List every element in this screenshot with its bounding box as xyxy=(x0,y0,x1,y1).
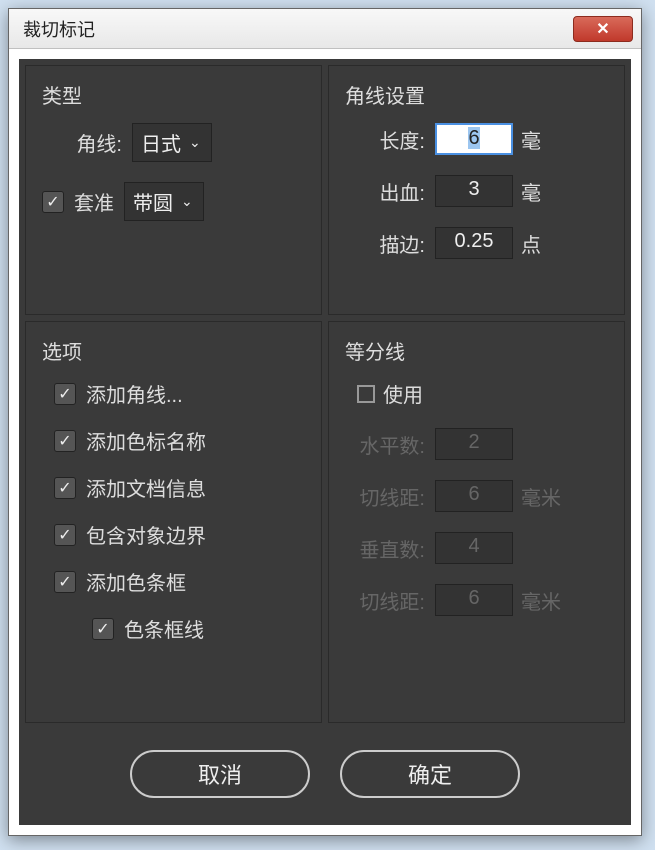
use-guides-checkbox[interactable] xyxy=(357,385,375,403)
dialog-body: 类型 角线: 日式 ⌄ 套准 带圆 ⌄ 角线设置 长度: xyxy=(19,59,631,825)
type-panel: 类型 角线: 日式 ⌄ 套准 带圆 ⌄ xyxy=(25,65,322,315)
length-label: 长度: xyxy=(345,125,425,154)
add-color-names-label: 添加色标名称 xyxy=(86,426,206,455)
h-dist-input[interactable]: 6 xyxy=(435,480,513,512)
corner-settings-title: 角线设置 xyxy=(345,80,608,109)
button-row: 取消 确定 xyxy=(25,729,625,819)
v-dist-label: 切线距: xyxy=(345,586,425,615)
v-count-label: 垂直数: xyxy=(345,534,425,563)
length-unit: 毫 xyxy=(521,125,541,154)
dialog-window: 裁切标记 ✕ 类型 角线: 日式 ⌄ 套准 带圆 ⌄ xyxy=(8,8,642,836)
options-panel: 选项 添加角线... 添加色标名称 添加文档信息 包含对象边界 添加色条框 色条… xyxy=(25,321,322,723)
use-guides-label: 使用 xyxy=(383,379,423,408)
add-color-names-checkbox[interactable] xyxy=(54,430,76,452)
bleed-label: 出血: xyxy=(345,177,425,206)
guides-title: 等分线 xyxy=(345,336,608,365)
cancel-button[interactable]: 取消 xyxy=(130,750,310,798)
h-dist-unit: 毫米 xyxy=(521,482,561,511)
v-dist-unit: 毫米 xyxy=(521,586,561,615)
h-count-input[interactable]: 2 xyxy=(435,428,513,460)
type-panel-title: 类型 xyxy=(42,80,305,109)
close-button[interactable]: ✕ xyxy=(573,16,633,42)
registration-checkbox[interactable] xyxy=(42,191,64,213)
options-title: 选项 xyxy=(42,336,305,365)
corner-settings-panel: 角线设置 长度: 6 毫 出血: 3 毫 描边: 0.25 点 xyxy=(328,65,625,315)
corner-style-dropdown[interactable]: 日式 ⌄ xyxy=(132,123,212,162)
add-color-bar-label: 添加色条框 xyxy=(86,567,186,596)
bleed-unit: 毫 xyxy=(521,177,541,206)
registration-value: 带圆 xyxy=(133,187,173,216)
bleed-input[interactable]: 3 xyxy=(435,175,513,207)
corner-label: 角线: xyxy=(42,128,122,157)
stroke-label: 描边: xyxy=(345,229,425,258)
chevron-down-icon: ⌄ xyxy=(181,193,193,210)
color-bar-outline-label: 色条框线 xyxy=(124,614,204,643)
stroke-unit: 点 xyxy=(521,229,541,258)
chevron-down-icon: ⌄ xyxy=(189,134,201,151)
h-count-label: 水平数: xyxy=(345,430,425,459)
registration-style-dropdown[interactable]: 带圆 ⌄ xyxy=(124,182,204,221)
v-count-input[interactable]: 4 xyxy=(435,532,513,564)
include-bounds-checkbox[interactable] xyxy=(54,524,76,546)
ok-button[interactable]: 确定 xyxy=(340,750,520,798)
guides-panel: 等分线 使用 水平数: 2 切线距: 6 毫米 垂直数: 4 切线距: 6 毫米 xyxy=(328,321,625,723)
add-color-bar-checkbox[interactable] xyxy=(54,571,76,593)
add-doc-info-label: 添加文档信息 xyxy=(86,473,206,502)
window-title: 裁切标记 xyxy=(17,16,95,42)
length-input[interactable]: 6 xyxy=(435,123,513,155)
stroke-input[interactable]: 0.25 xyxy=(435,227,513,259)
add-corners-label: 添加角线... xyxy=(86,379,183,408)
h-dist-label: 切线距: xyxy=(345,482,425,511)
v-dist-input[interactable]: 6 xyxy=(435,584,513,616)
add-doc-info-checkbox[interactable] xyxy=(54,477,76,499)
close-icon: ✕ xyxy=(596,19,609,39)
add-corners-checkbox[interactable] xyxy=(54,383,76,405)
corner-style-value: 日式 xyxy=(141,128,181,157)
titlebar[interactable]: 裁切标记 ✕ xyxy=(9,9,641,49)
include-bounds-label: 包含对象边界 xyxy=(86,520,206,549)
registration-label: 套准 xyxy=(74,187,114,216)
color-bar-outline-checkbox[interactable] xyxy=(92,618,114,640)
